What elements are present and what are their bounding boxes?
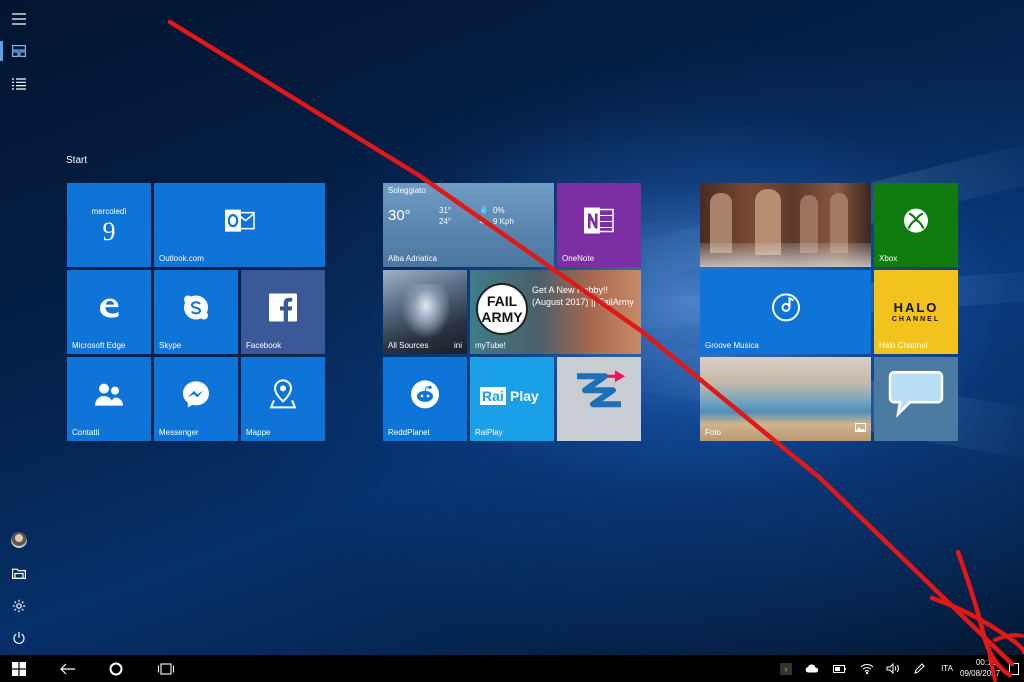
weather-tile[interactable]: Soleggiato 30° 31° 24° 💧 0% ≋ 9 Kph Alba… (383, 183, 554, 267)
raiplay-logo-rai: Rai (480, 387, 506, 405)
volume-icon[interactable] (882, 655, 904, 682)
facebook-icon (269, 293, 297, 327)
rain-drop-icon: 💧 (479, 205, 489, 214)
all-sources-thumbnail (401, 284, 451, 339)
contacts-icon (94, 382, 124, 413)
skype-tile[interactable]: Skype (154, 270, 238, 354)
weather-high: 31° (439, 206, 452, 215)
onenote-icon (584, 207, 614, 240)
messenger-icon (181, 379, 211, 414)
mytube-video-title: Get A New Hobby!! (August 2017) || FailA… (532, 285, 634, 307)
file-explorer-icon[interactable] (0, 557, 38, 589)
battery-icon[interactable] (829, 655, 851, 682)
calendar-day: mercoledì (91, 207, 127, 216)
groove-music-icon (771, 292, 801, 327)
windows-start-icon[interactable] (0, 655, 38, 682)
photos-icon (855, 419, 866, 437)
weather-wind: 9 Kph (493, 217, 514, 226)
all-apps-list-icon[interactable] (0, 68, 38, 100)
reddplanet-tile[interactable]: ReddPlanet (383, 357, 467, 441)
facebook-label: Facebook (246, 341, 282, 350)
app-tray-icon[interactable]: › (776, 655, 796, 682)
onenote-label: OneNote (562, 254, 595, 263)
start-rail (0, 0, 38, 655)
groove-label: Groove Musica (705, 341, 759, 350)
raiplay-label: RaiPlay (475, 428, 503, 437)
halo-tile[interactable]: HALO CHANNEL Halo Channel (874, 270, 958, 354)
zigzag-arrow-icon (571, 368, 627, 423)
weather-temp: 30° (388, 207, 411, 224)
action-center-icon[interactable] (1004, 655, 1024, 682)
wind-icon: ≋ (479, 217, 486, 226)
messenger-tile[interactable]: Messenger (154, 357, 238, 441)
all-sources-tile[interactable]: All Sources ini (383, 270, 467, 354)
pen-workspace-icon[interactable] (908, 655, 930, 682)
messaging-tile[interactable] (874, 357, 958, 441)
mytube-tile[interactable]: FAIL ARMY Get A New Hobby!! (August 2017… (470, 270, 641, 354)
xbox-icon (903, 208, 929, 239)
edge-icon (96, 295, 122, 326)
task-view-icon[interactable] (150, 655, 182, 682)
all-sources-label: All Sources (388, 341, 429, 350)
photos-tile[interactable]: Foto (700, 357, 871, 441)
input-language-indicator[interactable]: ITA (934, 655, 960, 682)
calendar-date: 9 (102, 217, 116, 246)
calendar-tile[interactable]: mercoledì 9 (67, 183, 151, 267)
power-icon[interactable] (0, 622, 38, 654)
failarmy-logo-bottom: ARMY (481, 309, 523, 325)
tile-banner (700, 243, 871, 267)
arrow-app-tile[interactable] (557, 357, 641, 441)
outlook-tile[interactable]: Outlook.com (154, 183, 325, 267)
speech-bubble-icon (888, 368, 944, 423)
pinned-tiles-icon[interactable] (0, 35, 38, 67)
settings-icon[interactable] (0, 590, 38, 622)
xbox-tile[interactable]: Xbox (874, 183, 958, 267)
taskbar: › ITA 00:12 09/08/2017 (0, 655, 1024, 682)
contacts-label: Contatti (72, 428, 100, 437)
photos-label: Foto (705, 428, 722, 437)
reddit-alien-icon (410, 379, 440, 414)
start-heading: Start (66, 155, 88, 166)
skype-icon (182, 294, 210, 327)
edge-label: Microsoft Edge (72, 341, 126, 350)
failarmy-logo: FAIL ARMY (476, 283, 528, 335)
wifi-icon[interactable] (856, 655, 878, 682)
halo-label: Halo Channel (879, 341, 928, 350)
raiplay-logo-play: Play (510, 388, 539, 404)
maps-icon (269, 379, 297, 414)
user-avatar[interactable] (0, 524, 38, 556)
edge-tile[interactable]: Microsoft Edge (67, 270, 151, 354)
halo-logo-subtitle: CHANNEL (891, 316, 941, 323)
clock-date: 09/08/2017 (960, 669, 1001, 678)
messenger-label: Messenger (159, 428, 199, 437)
maps-label: Mappe (246, 428, 271, 437)
weather-rain: 0% (493, 206, 505, 215)
facebook-tile[interactable]: Facebook (241, 270, 325, 354)
cortana-search-icon[interactable] (100, 655, 132, 682)
reddplanet-label: ReddPlanet (388, 428, 430, 437)
failarmy-logo-top: FAIL (486, 293, 518, 309)
raiplay-tile[interactable]: Rai Play RaiPlay (470, 357, 554, 441)
outlook-label: Outlook.com (159, 254, 204, 263)
xbox-label: Xbox (879, 254, 898, 263)
taskbar-clock[interactable]: 00:12 09/08/2017 (960, 657, 1001, 679)
outlook-icon (224, 208, 255, 239)
all-sources-count: ini (453, 341, 462, 350)
onenote-tile[interactable]: OneNote (557, 183, 641, 267)
weather-low: 24° (439, 217, 452, 226)
clock-time: 00:12 (975, 658, 996, 667)
weather-city: Alba Adriatica (388, 254, 437, 263)
menu-icon[interactable] (0, 3, 38, 35)
maps-tile[interactable]: Mappe (241, 357, 325, 441)
spartacus-tile[interactable] (700, 183, 871, 267)
mytube-label: myTube! (475, 341, 506, 350)
groove-tile[interactable]: Groove Musica (700, 270, 871, 354)
back-arrow-icon[interactable] (52, 655, 84, 682)
skype-label: Skype (159, 341, 182, 350)
halo-logo-title: HALO (893, 300, 939, 315)
contacts-tile[interactable]: Contatti (67, 357, 151, 441)
onedrive-cloud-icon[interactable] (801, 655, 823, 682)
weather-condition: Soleggiato (388, 186, 426, 195)
